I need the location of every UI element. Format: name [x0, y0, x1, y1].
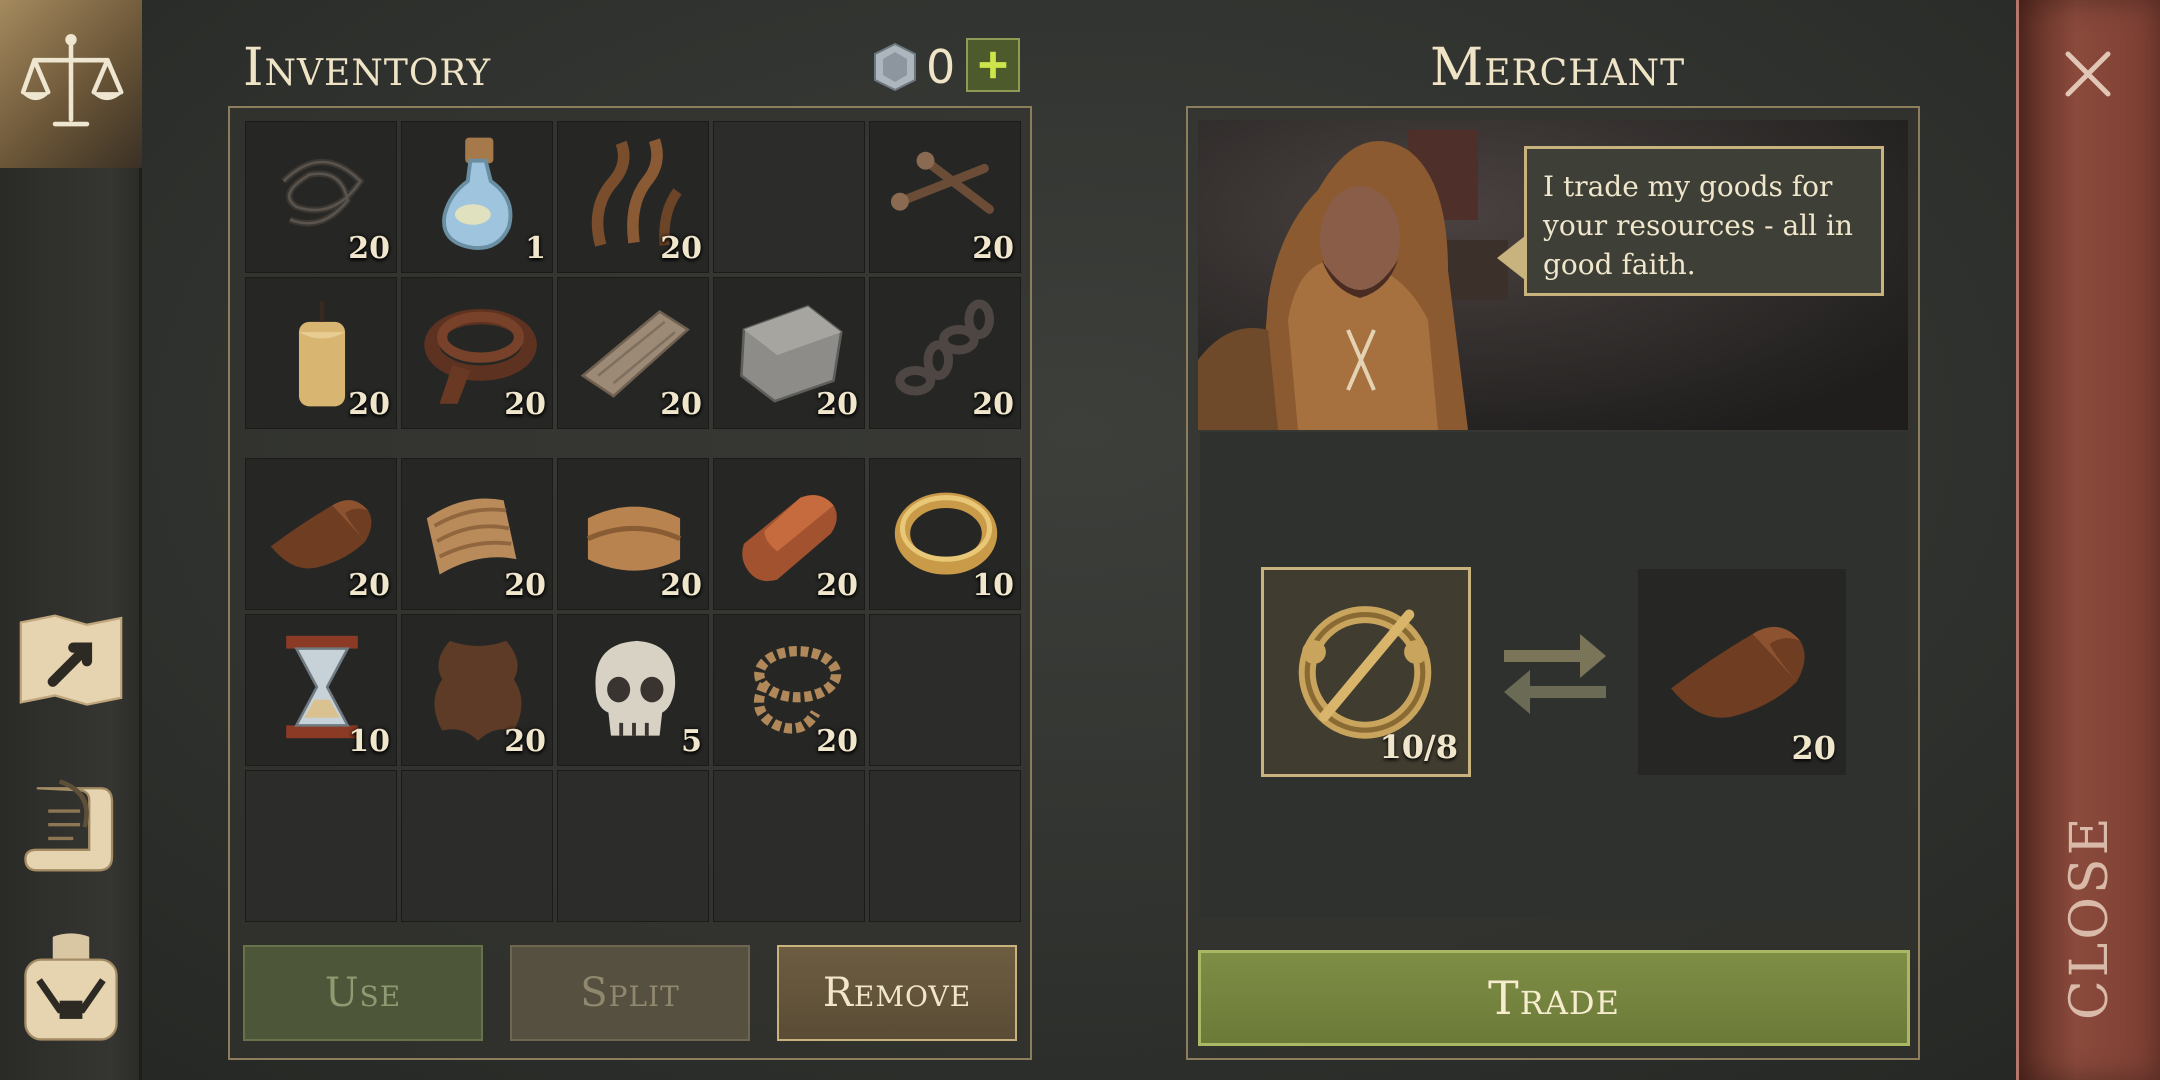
item-count: 20 [816, 568, 858, 603]
use-button[interactable]: Use [243, 945, 483, 1041]
trade-button[interactable]: Trade [1198, 950, 1910, 1046]
scroll-quill-icon[interactable] [14, 770, 128, 884]
receive-item-count: 20 [1791, 729, 1836, 767]
inventory-slot[interactable] [869, 614, 1021, 766]
inventory-slot[interactable] [869, 770, 1021, 922]
inventory-slot[interactable]: 20 [869, 121, 1021, 273]
split-button[interactable]: Split [510, 945, 750, 1041]
item-count: 20 [972, 387, 1014, 422]
item-count: 5 [681, 724, 702, 759]
remove-button[interactable]: Remove [777, 945, 1017, 1041]
inventory-slot[interactable] [713, 770, 865, 922]
close-label[interactable]: CLOSE [2060, 814, 2120, 1020]
inventory-slot[interactable] [401, 770, 553, 922]
give-item-slot[interactable]: 10/8 [1261, 567, 1471, 777]
item-count: 20 [348, 568, 390, 603]
add-currency-button[interactable] [966, 38, 1020, 92]
map-icon[interactable] [14, 602, 128, 716]
merchant-title: Merchant [1430, 38, 1686, 98]
item-count: 10 [972, 568, 1014, 603]
inventory-slot[interactable]: 20 [557, 277, 709, 429]
inventory-slot[interactable]: 20 [245, 458, 397, 610]
inventory-slot[interactable]: 5 [557, 614, 709, 766]
inventory-slot[interactable]: 20 [557, 121, 709, 273]
gem-icon [870, 42, 920, 92]
item-count: 20 [660, 231, 702, 266]
skull-icon [595, 640, 676, 736]
merchant-speech-bubble: I trade my goods for your resources - al… [1524, 146, 1884, 296]
inventory-slot[interactable]: 20 [401, 458, 553, 610]
item-count: 20 [348, 231, 390, 266]
leather-scroll-icon [1671, 626, 1805, 718]
item-count: 20 [816, 724, 858, 759]
item-count: 20 [816, 387, 858, 422]
item-count: 20 [660, 387, 702, 422]
receive-item-slot[interactable]: 20 [1638, 569, 1846, 775]
inventory-slot[interactable]: 10 [245, 614, 397, 766]
close-icon[interactable] [2058, 44, 2118, 104]
speech-tail [1497, 236, 1525, 280]
item-count: 10 [348, 724, 390, 759]
inventory-slot[interactable] [713, 121, 865, 273]
inventory-slot[interactable]: 20 [245, 277, 397, 429]
item-count: 20 [504, 724, 546, 759]
give-item-count: 10/8 [1379, 728, 1458, 766]
swap-arrows-icon [1500, 620, 1610, 720]
inventory-slot[interactable]: 20 [869, 277, 1021, 429]
inventory-slot[interactable]: 20 [401, 614, 553, 766]
inventory-slot[interactable]: 20 [713, 614, 865, 766]
inventory-slot[interactable]: 20 [401, 277, 553, 429]
potion-flask-icon [442, 137, 513, 250]
inventory-slot[interactable] [245, 770, 397, 922]
plus-icon [979, 51, 1007, 79]
backpack-icon[interactable] [14, 930, 128, 1044]
inventory-slot[interactable]: 10 [869, 458, 1021, 610]
item-count: 1 [525, 231, 546, 266]
inventory-slot[interactable]: 20 [713, 458, 865, 610]
scales-icon[interactable] [14, 26, 128, 140]
inventory-title: Inventory [243, 38, 492, 98]
item-count: 20 [504, 387, 546, 422]
inventory-slot[interactable]: 20 [245, 121, 397, 273]
item-count: 20 [660, 568, 702, 603]
item-count: 20 [348, 387, 390, 422]
currency-count: 0 [926, 40, 956, 94]
item-count: 20 [504, 568, 546, 603]
item-count: 20 [972, 231, 1014, 266]
inventory-slot[interactable] [557, 770, 709, 922]
inventory-slot[interactable]: 20 [713, 277, 865, 429]
inventory-slot[interactable]: 20 [557, 458, 709, 610]
inventory-slot[interactable]: 1 [401, 121, 553, 273]
